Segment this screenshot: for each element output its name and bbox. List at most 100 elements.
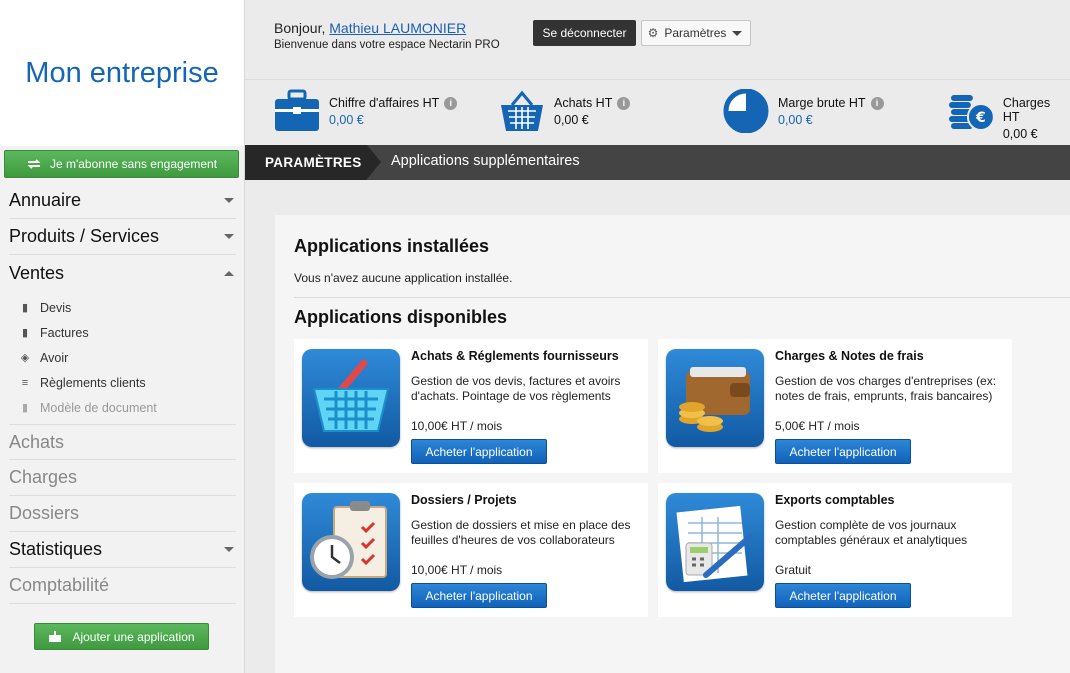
sidebar-item-label: Annuaire <box>9 190 82 210</box>
brand-title[interactable]: Mon entreprise <box>25 57 218 90</box>
logout-button[interactable]: Se déconnecter <box>533 20 636 46</box>
installed-apps-title: Applications installées <box>294 236 490 256</box>
sidebar-item-label: Produits / Services <box>9 226 160 246</box>
greeting-text: Bonjour, <box>274 20 326 36</box>
chevron-down-icon <box>224 234 234 239</box>
sidebar-item-charges[interactable]: Charges <box>9 460 236 496</box>
info-icon[interactable]: i <box>870 96 884 110</box>
sidebar-item-label: Charges <box>9 467 78 487</box>
app-card-charges: Charges & Notes de frais Gestion de vos … <box>658 339 1012 473</box>
app-price: 10,00€ HT / mois <box>411 563 503 577</box>
installed-apps-message: Vous n'avez aucune application installée… <box>294 271 513 285</box>
stat-value: 0,00 € <box>1002 127 1038 141</box>
available-apps-title: Applications disponibles <box>294 307 508 327</box>
wallet-coins-icon <box>666 349 764 447</box>
sidebar-item-label: Ventes <box>9 262 65 283</box>
info-icon[interactable]: i <box>617 96 631 110</box>
buy-app-button[interactable]: Acheter l'application <box>411 583 547 608</box>
invoice-icon: ▮ <box>21 327 29 339</box>
app-price: 10,00€ HT / mois <box>411 419 503 433</box>
breadcrumb: PARAMÈTRES Applications supplémentaires <box>245 145 1070 180</box>
app-card-achats: Achats & Réglements fournisseurs Gestion… <box>294 339 648 473</box>
breadcrumb-notch <box>300 180 325 215</box>
stat-achats: Achats HT i 0,00 € <box>498 89 631 133</box>
stat-value: 0,00 € <box>778 113 813 127</box>
svg-text:€: € <box>975 110 986 126</box>
app-title: Dossiers / Projets <box>411 493 517 507</box>
submenu-item-avoir[interactable]: ◈ Avoir <box>18 345 245 370</box>
shopping-basket-icon <box>302 349 400 447</box>
sidebar-item-produits-services[interactable]: Produits / Services <box>9 219 236 255</box>
subscribe-button[interactable]: Je m'abonne sans engagement <box>4 150 239 178</box>
stat-label: Achats HT <box>554 96 613 110</box>
tag-icon: ◈ <box>20 352 30 364</box>
chevron-down-icon <box>224 198 234 203</box>
breadcrumb-root[interactable]: PARAMÈTRES <box>245 145 367 180</box>
settings-label: Paramètres <box>664 26 727 40</box>
sidebar-item-annuaire[interactable]: Annuaire <box>9 183 236 219</box>
user-name-link[interactable]: Mathieu LAUMONIER <box>329 20 466 36</box>
breadcrumb-current: Applications supplémentaires <box>391 153 580 169</box>
buy-app-button[interactable]: Acheter l'application <box>775 583 911 608</box>
info-icon[interactable]: i <box>444 96 458 110</box>
divider <box>294 297 1070 298</box>
stat-chiffre-affaires: Chiffre d'affaires HT i 0,00 € <box>273 89 458 133</box>
buy-app-button[interactable]: Acheter l'application <box>775 439 911 464</box>
stat-label: Chiffre d'affaires HT <box>329 96 440 110</box>
user-greeting: Bonjour, Mathieu LAUMONIER Bienvenue dan… <box>274 20 500 54</box>
sidebar-item-dossiers[interactable]: Dossiers <box>9 496 236 532</box>
submenu-item-reglements-clients[interactable]: ≡ Règlements clients <box>18 370 245 395</box>
stats-bar: Chiffre d'affaires HT i 0,00 € Achats HT i… <box>245 81 1070 145</box>
app-description: Gestion de vos devis, factures et avoirs… <box>411 374 621 403</box>
sidebar-item-label: Dossiers <box>9 503 80 523</box>
submenu-label: Règlements clients <box>40 375 146 390</box>
app-description: Gestion de dossiers et mise en place des… <box>411 518 631 547</box>
top-bar: Bonjour, Mathieu LAUMONIER Bienvenue dan… <box>245 0 1070 80</box>
chevron-down-icon <box>224 547 234 552</box>
app-description: Gestion complète de vos journaux comptab… <box>775 518 968 547</box>
buy-app-button[interactable]: Acheter l'application <box>411 439 547 464</box>
add-application-button[interactable]: Ajouter une application <box>34 623 209 650</box>
app-price: 5,00€ HT / mois <box>775 419 860 433</box>
ventes-submenu: ▮ Devis ▮ Factures ◈ Avoir ≡ Règlements … <box>0 295 245 420</box>
chevron-up-icon <box>224 270 234 276</box>
gear-icon: ⚙ <box>647 26 659 40</box>
refresh-icon <box>27 159 41 169</box>
stat-charges: € Charges HT 0,00 € <box>947 89 1070 141</box>
add-application-label: Ajouter une application <box>72 629 195 644</box>
submenu-label: Devis <box>40 300 72 315</box>
sidebar-item-label: Achats <box>9 431 65 452</box>
stat-marge-brute: Marge brute HT i 0,00 € <box>722 89 884 133</box>
plus-box-icon <box>49 630 62 642</box>
settings-dropdown[interactable]: ⚙ Paramètres <box>641 20 751 46</box>
main-content: Applications installées Vous n'avez aucu… <box>275 215 1070 673</box>
stat-value: 0,00 € <box>554 113 589 127</box>
sidebar-item-label: Statistiques <box>9 539 103 559</box>
template-icon: ▮ <box>21 402 29 414</box>
submenu-label: Avoir <box>40 350 69 365</box>
app-title: Charges & Notes de frais <box>775 349 924 363</box>
app-price: Gratuit <box>775 563 812 577</box>
submenu-item-modele-document[interactable]: ▮ Modèle de document <box>18 395 245 420</box>
app-title: Achats & Réglements fournisseurs <box>411 349 619 363</box>
stat-label: Marge brute HT <box>778 96 866 110</box>
brand-header: Mon entreprise <box>0 0 244 146</box>
stat-value: 0,00 € <box>329 113 364 127</box>
sidebar: Mon entreprise Je m'abonne sans engageme… <box>0 0 245 673</box>
sidebar-item-statistiques[interactable]: Statistiques <box>9 532 236 568</box>
sidebar-item-label: Comptabilité <box>9 575 110 595</box>
pie-chart-icon <box>723 89 769 133</box>
app-card-exports: Exports comptables Gestion complète de v… <box>658 483 1012 617</box>
subscribe-label: Je m'abonne sans engagement <box>49 157 218 171</box>
clipboard-clock-icon <box>302 493 400 591</box>
breadcrumb-arrow <box>367 145 381 179</box>
sidebar-item-achats[interactable]: Achats <box>9 424 236 460</box>
sidebar-item-ventes[interactable]: Ventes <box>9 255 236 291</box>
app-card-dossiers: Dossiers / Projets Gestion de dossiers e… <box>294 483 648 617</box>
sidebar-item-comptabilite[interactable]: Comptabilité <box>9 568 236 604</box>
submenu-item-factures[interactable]: ▮ Factures <box>18 320 245 345</box>
banknotes-icon: ≡ <box>21 376 29 389</box>
app-description: Gestion de vos charges d'entreprises (ex… <box>775 374 997 403</box>
spreadsheet-calculator-icon <box>666 493 764 591</box>
submenu-item-devis[interactable]: ▮ Devis <box>18 295 245 320</box>
